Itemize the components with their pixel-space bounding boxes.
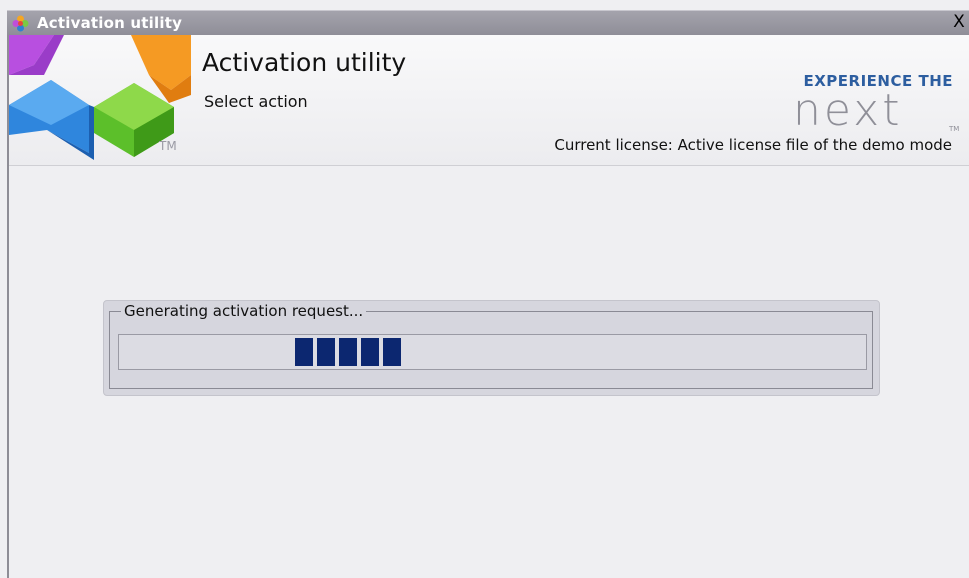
close-button[interactable]: X — [951, 12, 967, 32]
progress-block — [317, 338, 335, 366]
progress-panel: Generating activation request... — [103, 300, 880, 396]
brand-trademark: TM — [948, 125, 959, 133]
brand-word: next — [793, 87, 902, 136]
app-flower-icon — [12, 15, 29, 32]
current-license-text: Current license: Active license file of … — [554, 136, 952, 154]
activation-utility-window: Activation utility X TM Activation utili… — [0, 0, 969, 578]
page-title: Activation utility — [202, 48, 407, 77]
page-subtitle: Select action — [204, 92, 308, 111]
progress-label: Generating activation request... — [121, 302, 367, 320]
logo-trademark: TM — [159, 139, 177, 153]
progress-block — [295, 338, 313, 366]
title-bar[interactable]: Activation utility X — [7, 10, 969, 35]
progress-bar — [118, 334, 867, 370]
progress-block — [339, 338, 357, 366]
close-icon: X — [953, 12, 965, 32]
window-title: Activation utility — [37, 14, 183, 32]
progress-block — [361, 338, 379, 366]
progress-block — [383, 338, 401, 366]
next-brand-logo: next TM — [793, 87, 959, 136]
header-banner: TM Activation utility Select action EXPE… — [9, 35, 969, 166]
